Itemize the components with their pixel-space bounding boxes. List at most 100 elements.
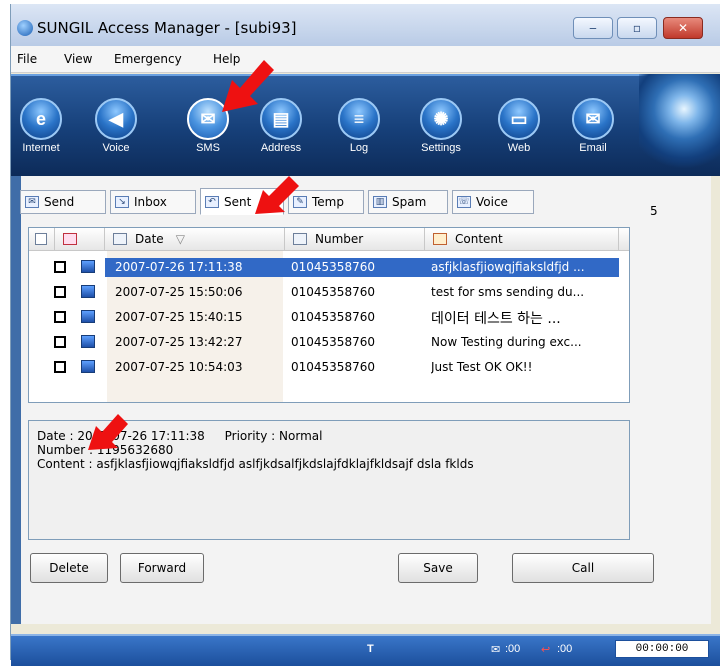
gear-icon: ✺ <box>420 98 462 140</box>
toolbar-email[interactable]: ✉ Email <box>563 98 623 154</box>
tab-label: Send <box>44 195 75 209</box>
menu-view[interactable]: View <box>64 52 92 66</box>
annotation-arrow-sms <box>222 60 274 112</box>
send-icon: ✉ <box>25 196 39 208</box>
call-count: :00 <box>557 643 573 655</box>
delete-button[interactable]: Delete <box>30 553 108 583</box>
detail-content-label: Content <box>37 457 85 471</box>
tab-spam[interactable]: ▥ Spam <box>368 190 448 214</box>
toolbar-label: Address <box>260 142 302 154</box>
menu-file[interactable]: File <box>17 52 37 66</box>
column-content[interactable]: Content <box>425 228 619 250</box>
detail-priority-value: Normal <box>279 429 323 443</box>
column-date-label: Date <box>135 232 164 246</box>
tab-inbox[interactable]: ↘ Inbox <box>110 190 196 214</box>
status-bar: T ✉ :00 ↩ :00 00:00:00 <box>11 634 720 666</box>
detail-number-label: Number <box>37 443 86 457</box>
select-all-checkbox[interactable] <box>29 228 55 250</box>
call-timer: 00:00:00 <box>615 640 709 658</box>
sms-count: :00 <box>505 643 521 655</box>
tab-voice[interactable]: ☏ Voice <box>452 190 534 214</box>
title-bar[interactable]: SUNGIL Access Manager - [subi93] ‒ ▫ ✕ <box>11 4 720 46</box>
column-content-label: Content <box>455 232 503 246</box>
menu-bar: File View Emergency Help <box>11 46 720 73</box>
table-row[interactable]: 2007-07-25 15:50:06 01045358760 test for… <box>29 283 629 302</box>
row-checkbox[interactable] <box>54 336 66 348</box>
row-number: 01045358760 <box>291 285 375 299</box>
menu-emergency[interactable]: Emergency <box>114 52 182 66</box>
list-header: Date ▽ Number Content <box>29 228 629 251</box>
save-button[interactable]: Save <box>398 553 478 583</box>
monitor-icon <box>81 335 95 348</box>
main-toolbar: e Internet ◀ Voice ✉ SMS ▤ Address ≡ Log ✺ Set… <box>11 74 720 176</box>
web-window-icon: ▭ <box>498 98 540 140</box>
toolbar-label: Voice <box>102 142 130 154</box>
antenna-icon: T <box>367 643 374 655</box>
detail-date-label: Date <box>37 429 66 443</box>
minimize-button[interactable]: ‒ <box>573 17 613 39</box>
row-checkbox[interactable] <box>54 311 66 323</box>
toolbar-voice[interactable]: ◀ Voice <box>86 98 146 154</box>
column-date[interactable]: Date ▽ <box>105 228 285 250</box>
row-date: 2007-07-25 10:54:03 <box>115 360 243 374</box>
row-checkbox[interactable] <box>54 286 66 298</box>
calendar-icon <box>113 233 127 245</box>
floppy-icon <box>63 233 77 245</box>
close-button[interactable]: ✕ <box>663 17 703 39</box>
voice-icon: ☏ <box>457 196 471 208</box>
toolbar-web[interactable]: ▭ Web <box>489 98 549 154</box>
maximize-button[interactable]: ▫ <box>617 17 657 39</box>
tab-label: Inbox <box>134 195 167 209</box>
row-date: 2007-07-25 15:40:15 <box>115 310 243 324</box>
toolbar-internet[interactable]: e Internet <box>11 98 71 154</box>
annotation-arrow-number <box>88 414 128 450</box>
detail-priority-label: Priority <box>224 429 268 443</box>
tab-label: Sent <box>224 194 252 209</box>
row-checkbox[interactable] <box>54 361 66 373</box>
monitor-icon <box>81 310 95 323</box>
table-row[interactable]: 2007-07-25 10:54:03 01045358760 Just Tes… <box>29 358 629 377</box>
row-number: 01045358760 <box>291 260 375 274</box>
row-number: 01045358760 <box>291 360 375 374</box>
log-icon: ≡ <box>338 98 380 140</box>
detail-content-value: asfjklasfjiowqjfiaksldfjd aslfjkdsalfjkd… <box>96 457 474 471</box>
row-checkbox[interactable] <box>54 261 66 273</box>
toolbar-label: Web <box>507 142 531 154</box>
header-save[interactable] <box>55 228 105 250</box>
toolbar-log[interactable]: ≡ Log <box>329 98 389 154</box>
message-list[interactable]: Date ▽ Number Content 2007-07-26 17:11:38… <box>28 227 630 403</box>
row-content: asfjklasfjiowqjfiaksldfjd ... <box>431 260 585 274</box>
toolbar-label: Internet <box>22 142 60 154</box>
phone-icon <box>293 233 307 245</box>
toolbar-settings[interactable]: ✺ Settings <box>411 98 471 154</box>
table-row[interactable]: 2007-07-25 13:42:27 01045358760 Now Test… <box>29 333 629 352</box>
toolbar-label: Email <box>579 142 607 154</box>
table-row[interactable]: 2007-07-25 15:40:15 01045358760 데이터 테스트 … <box>29 308 629 327</box>
app-logo-icon <box>17 20 33 36</box>
column-number-label: Number <box>315 232 364 246</box>
toolbar-label: Settings <box>421 142 461 154</box>
speaker-icon: ◀ <box>95 98 137 140</box>
detail-date-line: Date : 2007-07-26 17:11:38 Priority : No… <box>37 429 323 443</box>
row-date: 2007-07-26 17:11:38 <box>115 260 243 274</box>
annotation-arrow-sent-tab <box>255 176 299 214</box>
window-title: SUNGIL Access Manager - [subi93] <box>37 19 297 37</box>
email-icon: ✉ <box>572 98 614 140</box>
forward-button[interactable]: Forward <box>120 553 204 583</box>
row-content: test for sms sending du... <box>431 285 585 299</box>
row-date: 2007-07-25 13:42:27 <box>115 335 243 349</box>
toolbar-label: SMS <box>196 142 220 154</box>
tab-send[interactable]: ✉ Send <box>20 190 106 214</box>
detail-content-line: Content : asfjklasfjiowqjfiaksldfjd aslf… <box>37 457 474 471</box>
table-row[interactable]: 2007-07-26 17:11:38 01045358760 asfjklas… <box>29 258 629 277</box>
content-icon <box>433 233 447 245</box>
row-date: 2007-07-25 15:50:06 <box>115 285 243 299</box>
tab-label: Voice <box>476 195 508 209</box>
missed-call-icon: ↩ <box>541 644 551 656</box>
checkbox-icon <box>35 233 47 245</box>
call-button[interactable]: Call <box>512 553 654 583</box>
row-number: 01045358760 <box>291 335 375 349</box>
row-content: 데이터 테스트 하는 ... <box>431 311 561 327</box>
internet-explorer-icon: e <box>20 98 62 140</box>
column-number[interactable]: Number <box>285 228 425 250</box>
